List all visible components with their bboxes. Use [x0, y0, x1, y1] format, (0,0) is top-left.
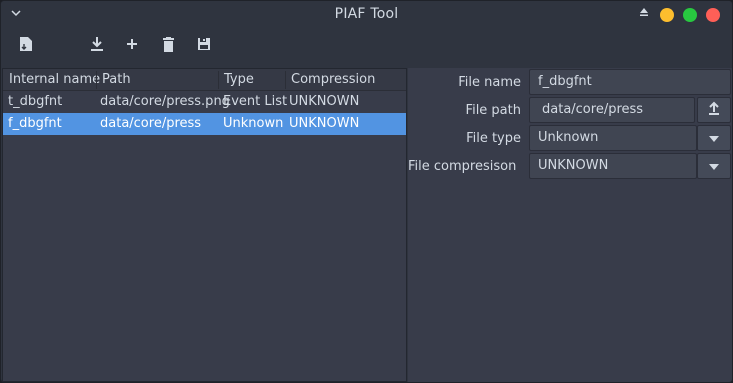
file-compression-dropdown-button[interactable]	[697, 153, 731, 179]
window-title: PIAF Tool	[334, 6, 399, 22]
column-divider[interactable]	[218, 71, 219, 89]
table-row-selected[interactable]: f_dbgfnt data/core/press Unknown UNKNOWN	[3, 113, 406, 135]
dropdown-arrow-icon	[709, 159, 719, 174]
add-icon	[126, 38, 138, 54]
column-header-compression[interactable]: Compression	[291, 72, 375, 87]
close-button[interactable]	[706, 7, 720, 22]
column-divider[interactable]	[96, 71, 97, 89]
table-row[interactable]: t_dbgfnt data/core/press.png Event List …	[3, 91, 406, 113]
app-window: PIAF Tool Internal name Path Type Compre…	[0, 0, 733, 383]
cell-type: Unknown	[223, 116, 284, 131]
file-type-label: File type	[466, 131, 521, 146]
table-header: Internal name Path Type Compression	[3, 69, 406, 91]
upload-icon	[708, 101, 720, 119]
column-divider[interactable]	[285, 71, 286, 89]
maximize-button[interactable]	[683, 7, 697, 22]
save-button[interactable]	[194, 36, 214, 56]
save-icon	[197, 37, 211, 55]
toolbar	[1, 28, 732, 66]
download-button[interactable]	[87, 36, 107, 56]
window-controls	[639, 7, 720, 22]
delete-icon	[162, 36, 175, 56]
cell-internal-name: t_dbgfnt	[8, 94, 63, 109]
file-compression-label: File compresison	[408, 159, 517, 174]
add-button[interactable]	[122, 36, 142, 56]
file-type-select[interactable]: Unknown	[529, 125, 697, 151]
file-table: Internal name Path Type Compression t_db…	[2, 68, 407, 382]
file-path-label: File path	[465, 103, 521, 118]
cell-internal-name: f_dbgfnt	[8, 116, 62, 131]
column-header-internal-name[interactable]: Internal name	[9, 72, 100, 87]
upload-button[interactable]	[697, 97, 731, 123]
cell-path: data/core/press.png	[100, 94, 230, 109]
file-name-label: File name	[458, 75, 521, 90]
column-header-path[interactable]: Path	[102, 72, 131, 87]
cell-path: data/core/press	[100, 116, 202, 131]
new-file-icon	[19, 36, 33, 56]
file-compression-select[interactable]: UNKNOWN	[529, 153, 697, 179]
cell-type: Event List	[223, 94, 288, 109]
title-bar[interactable]: PIAF Tool	[1, 1, 732, 28]
file-name-field[interactable]: f_dbgfnt	[529, 69, 731, 95]
new-file-button[interactable]	[16, 36, 36, 56]
details-panel: File name f_dbgfnt File path data/core/p…	[408, 68, 732, 382]
file-type-dropdown-button[interactable]	[697, 125, 731, 151]
eject-icon[interactable]	[639, 7, 649, 22]
cell-compression: UNKNOWN	[289, 94, 360, 109]
minimize-button[interactable]	[660, 7, 674, 22]
dropdown-arrow-icon	[709, 131, 719, 146]
download-icon	[90, 36, 104, 56]
cell-compression: UNKNOWN	[289, 116, 360, 131]
column-header-type[interactable]: Type	[224, 72, 254, 87]
delete-button[interactable]	[158, 36, 178, 56]
file-path-field[interactable]: data/core/press	[529, 97, 695, 123]
